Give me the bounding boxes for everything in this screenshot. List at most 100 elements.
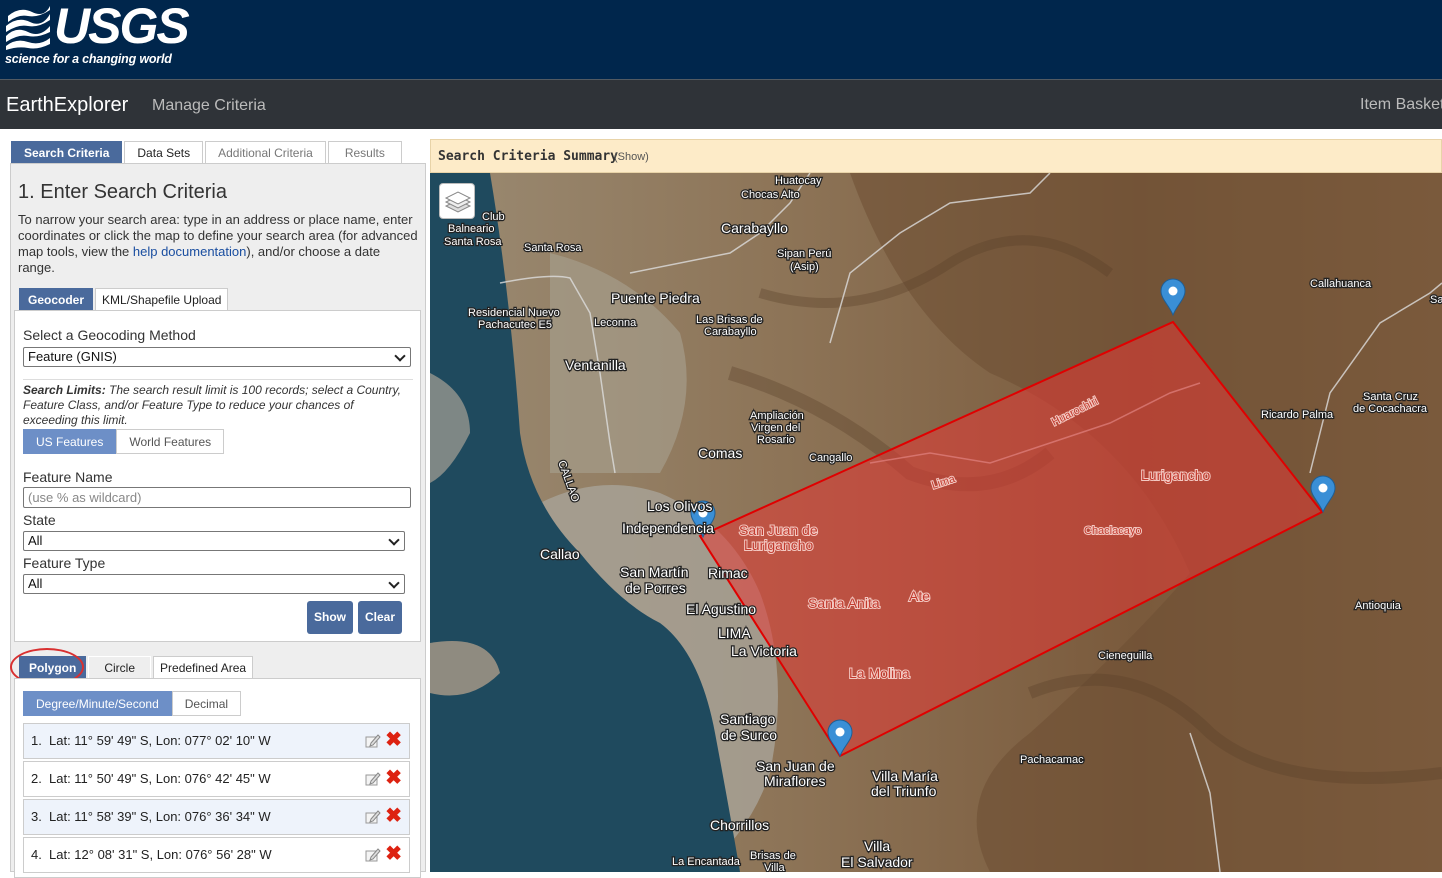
geocoding-method-label: Select a Geocoding Method <box>23 327 196 343</box>
map-label: Ate <box>909 588 930 604</box>
delete-icon[interactable]: ✖ <box>385 730 402 750</box>
map-label: Villa María <box>872 768 938 784</box>
map-label: Pachacamac <box>1020 754 1084 766</box>
summary-title: Search Criteria Summary <box>438 149 619 164</box>
tab-circle[interactable]: Circle <box>88 656 152 678</box>
decimal-button[interactable]: Decimal <box>171 691 242 716</box>
clear-button[interactable]: Clear <box>358 601 402 634</box>
area-shape-tabs: Polygon Circle Predefined Area <box>10 648 254 686</box>
delete-icon[interactable]: ✖ <box>385 844 402 864</box>
layer-switcher-button[interactable] <box>439 183 475 219</box>
map-label: La Encantada <box>672 856 741 868</box>
usgs-logo-text: USGS <box>54 0 190 54</box>
state-label: State <box>23 512 56 528</box>
delete-icon[interactable]: ✖ <box>385 768 402 788</box>
tab-data-sets[interactable]: Data Sets <box>124 141 204 163</box>
layers-icon <box>444 191 472 213</box>
tab-results[interactable]: Results <box>327 141 402 163</box>
search-criteria-summary-bar[interactable]: Search Criteria Summary (Show) <box>430 139 1442 173</box>
world-features-button[interactable]: World Features <box>116 429 225 454</box>
map-label: Villa <box>764 862 785 872</box>
map-label: Chaclacayo <box>1084 525 1141 537</box>
map-label: Sipan Perú <box>777 248 831 260</box>
map-label: Villa <box>864 838 890 854</box>
map-label: Balneario <box>448 223 494 235</box>
map-label: San Juan de <box>756 758 835 774</box>
item-basket-link[interactable]: Item Basket <box>1360 96 1442 114</box>
map-label: Las Brisas de <box>696 314 763 326</box>
map-label: de Porres <box>625 580 686 596</box>
geocoding-method-select[interactable]: Feature (GNIS) <box>23 347 411 367</box>
search-panel: Search Criteria Data Sets Additional Cri… <box>0 129 430 878</box>
tab-predefined-area[interactable]: Predefined Area <box>153 656 254 678</box>
coordinate-format-toggle: Degree/Minute/Second Decimal <box>23 691 242 716</box>
search-criteria-box: 1. Enter Search Criteria To narrow your … <box>10 163 426 878</box>
map-label: San Juan de <box>739 522 818 538</box>
app-title[interactable]: EarthExplorer <box>6 94 128 117</box>
edit-icon[interactable] <box>365 847 381 863</box>
edit-icon[interactable] <box>365 733 381 749</box>
dms-button[interactable]: Degree/Minute/Second <box>23 691 172 716</box>
map-label: Residencial Nuevo <box>468 307 560 319</box>
show-button[interactable]: Show <box>307 601 353 634</box>
map-label: Sa <box>1430 294 1442 306</box>
map-label: Los Olivos <box>647 498 712 514</box>
edit-icon[interactable] <box>365 771 381 787</box>
map-label: El Salvador <box>841 854 913 870</box>
tab-additional-criteria[interactable]: Additional Criteria <box>205 141 326 163</box>
map-label: Chocas Alto <box>741 189 800 201</box>
edit-icon[interactable] <box>365 809 381 825</box>
map-label: La Molina <box>849 665 910 681</box>
tab-geocoder[interactable]: Geocoder <box>19 288 94 310</box>
usgs-tagline: science for a changing world <box>5 52 172 66</box>
feature-type-label: Feature Type <box>23 555 106 571</box>
summary-show-link[interactable]: (Show) <box>614 151 649 163</box>
map-label: Antioquia <box>1355 600 1402 612</box>
map-label: Ricardo Palma <box>1261 409 1334 421</box>
map-label: Comas <box>698 445 742 461</box>
usgs-waves-icon <box>6 6 50 50</box>
chevron-down-icon <box>388 577 400 589</box>
map-label: Carabayllo <box>721 220 788 236</box>
map-label: Miraflores <box>764 773 825 789</box>
divider <box>23 379 413 380</box>
map-label: Santa Anita <box>808 595 880 611</box>
manage-criteria-link[interactable]: Manage Criteria <box>152 97 266 115</box>
criteria-heading: 1. Enter Search Criteria <box>18 181 227 203</box>
usgs-logo[interactable]: USGS science for a changing world <box>4 0 190 68</box>
tab-search-criteria[interactable]: Search Criteria <box>11 141 123 163</box>
map-label: LIMA <box>718 625 751 641</box>
map-label: Ventanilla <box>565 357 626 373</box>
map-label: Callahuanca <box>1310 278 1372 290</box>
polygon-box: Degree/Minute/Second Decimal 1. Lat: 11° … <box>14 678 421 878</box>
geocoder-tabs: Geocoder KML/Shapefile Upload <box>19 288 229 310</box>
map-label: Lurigancho <box>1141 467 1210 483</box>
map-label: Club <box>482 211 505 223</box>
map-label: Cieneguilla <box>1098 650 1153 662</box>
us-features-button[interactable]: US Features <box>23 429 117 454</box>
map-canvas: Huatocay Chocas Alto Club Balneario Sant… <box>430 173 1442 872</box>
map-label: Carabayllo <box>704 326 757 338</box>
map-label: Ampliación <box>750 410 804 422</box>
feature-name-input[interactable]: (use % as wildcard) <box>23 487 411 508</box>
map-label: de Surco <box>721 727 777 743</box>
feature-type-select[interactable]: All <box>23 574 405 594</box>
map-label: Pachacutec E5 <box>478 319 552 331</box>
map-label: El Agustino <box>686 601 756 617</box>
map-label: Rimac <box>708 565 748 581</box>
criteria-intro: To narrow your search area: type in an a… <box>18 212 418 275</box>
map-label: La Victoria <box>731 643 797 659</box>
search-limits-note: Search Limits: The search result limit i… <box>23 383 401 427</box>
nav-bar: EarthExplorer Manage Criteria Item Baske… <box>0 79 1442 129</box>
tab-kml-upload[interactable]: KML/Shapefile Upload <box>95 288 229 310</box>
delete-icon[interactable]: ✖ <box>385 806 402 826</box>
state-select[interactable]: All <box>23 531 405 551</box>
feature-name-label: Feature Name <box>23 469 113 485</box>
map-label: Rosario <box>757 434 795 446</box>
map-label: Huatocay <box>775 175 822 187</box>
main-tabs: Search Criteria Data Sets Additional Cri… <box>11 141 402 163</box>
map-label: Santiago <box>720 711 775 727</box>
satellite-map[interactable]: Huatocay Chocas Alto Club Balneario Sant… <box>430 173 1442 872</box>
map-label: del Triunfo <box>871 783 937 799</box>
help-documentation-link[interactable]: help documentation <box>133 244 246 259</box>
